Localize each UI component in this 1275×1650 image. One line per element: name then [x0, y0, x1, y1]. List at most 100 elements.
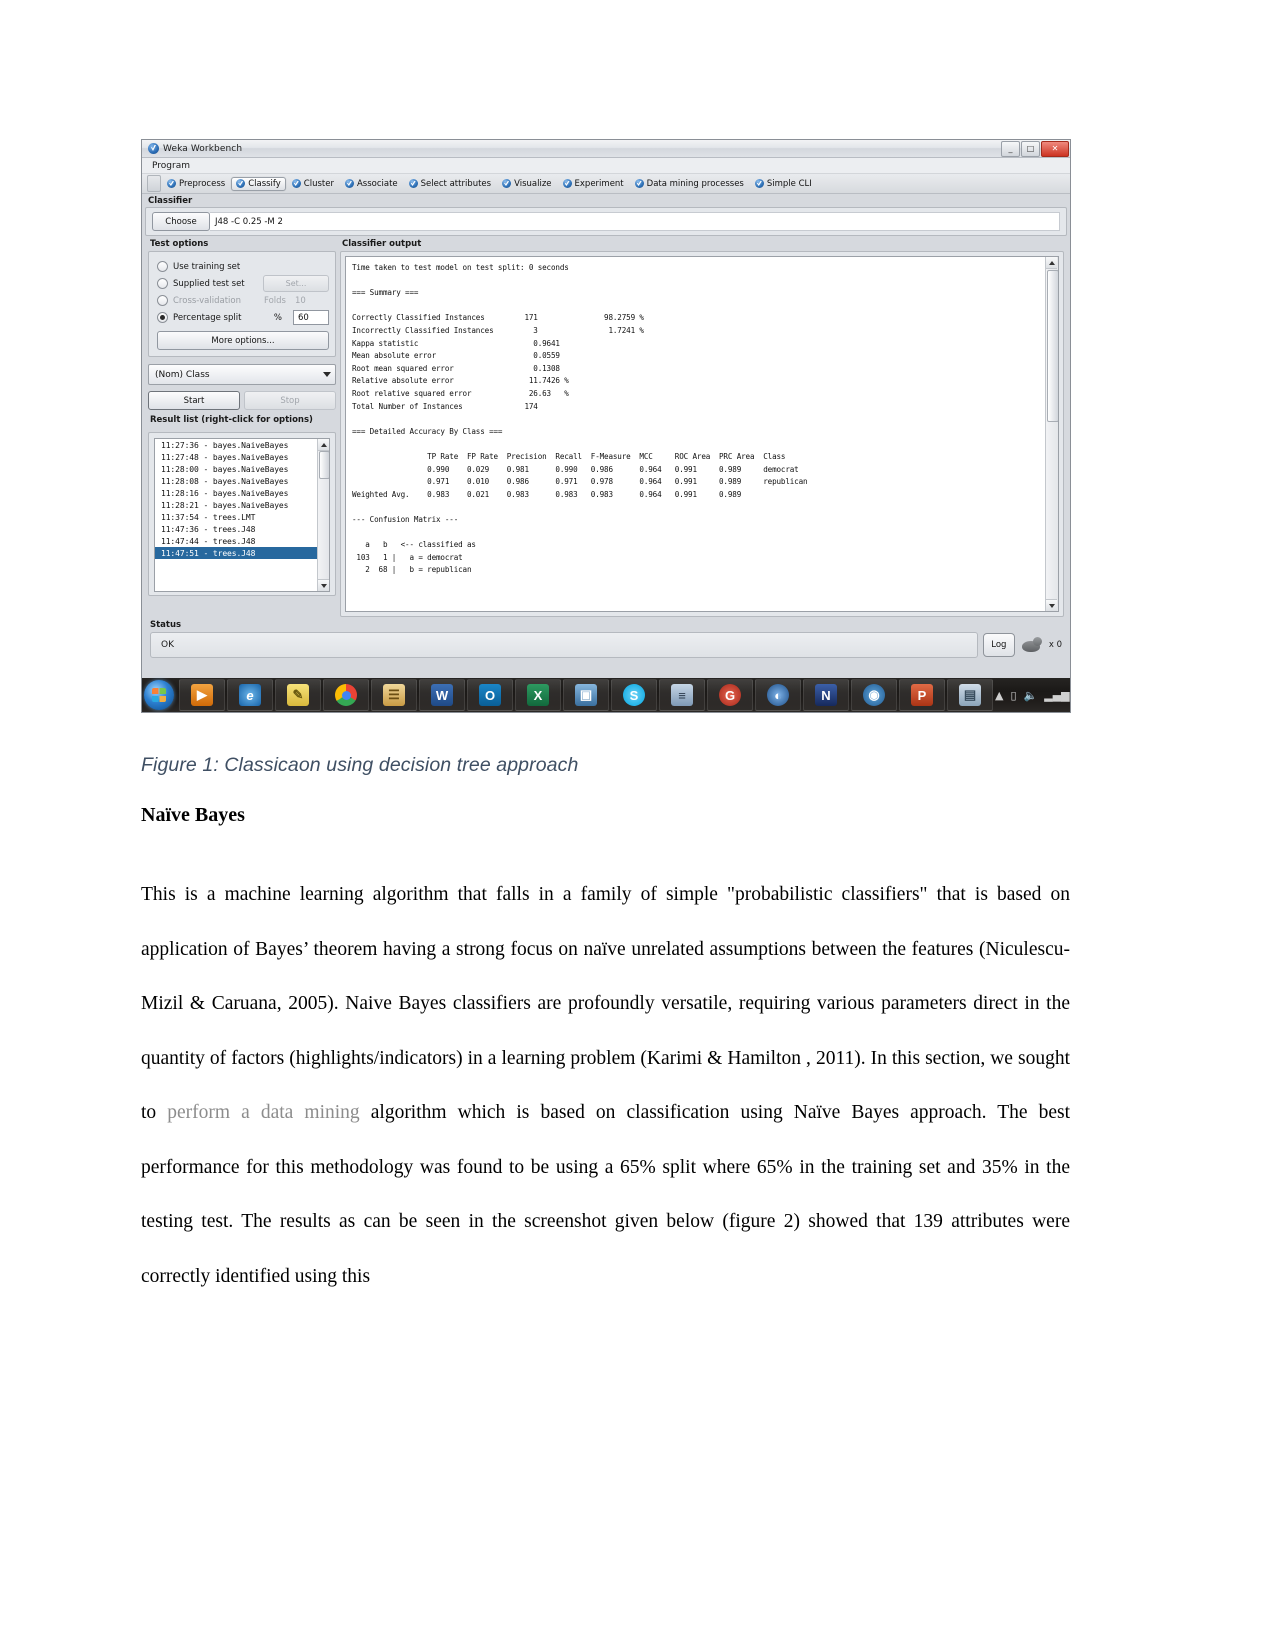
- main-split: Test options Use training set Supplied t…: [145, 236, 1067, 619]
- minimize-button[interactable]: _: [1001, 141, 1020, 157]
- classifier-panel: Choose J48 -C 0.25 -M 2: [145, 207, 1067, 236]
- percent-symbol: %: [273, 312, 282, 323]
- network-icon[interactable]: ▂▄▆: [1044, 689, 1069, 702]
- log-button[interactable]: Log: [982, 633, 1015, 657]
- taskbar-item-nvivo[interactable]: N: [803, 679, 849, 711]
- class-attribute-value: (Nom) Class: [155, 369, 210, 380]
- show-hidden-icons-icon[interactable]: ▲: [995, 689, 1003, 702]
- test-options-label: Test options: [150, 239, 209, 249]
- list-item[interactable]: 11:28:21 - bayes.NaiveBayes: [155, 499, 329, 511]
- windows-taskbar: ▶ e ✎ ☰ W O X ▣ S ≡ G ◐ N ◉ P ▤ ▲ ▯ 🔈 ▂▄…: [142, 678, 1070, 712]
- status-message: OK: [150, 632, 978, 658]
- percentage-split-input[interactable]: 60: [293, 310, 329, 325]
- taskbar-item-browser[interactable]: ◉: [851, 679, 897, 711]
- option-label: Use training set: [173, 261, 241, 272]
- right-column: Classifier output Time taken to test mod…: [340, 239, 1064, 619]
- status-row: OK Log x 0: [148, 632, 1064, 658]
- taskbar-item-google-chrome[interactable]: [323, 679, 369, 711]
- result-list-panel: 11:27:36 - bayes.NaiveBayes 11:27:48 - b…: [148, 432, 336, 596]
- option-cross-validation[interactable]: Cross-validation Folds 10: [157, 292, 329, 309]
- list-item[interactable]: 11:37:54 - trees.LMT: [155, 511, 329, 523]
- list-item-selected[interactable]: 11:47:51 - trees.J48: [155, 547, 329, 559]
- taskbar-item-weka[interactable]: ◐: [755, 679, 801, 711]
- scrollbar-thumb[interactable]: [319, 451, 329, 479]
- taskbar-item-skype[interactable]: S: [611, 679, 657, 711]
- weka-check-icon: [634, 179, 644, 188]
- tab-experiment[interactable]: Experiment: [558, 177, 629, 191]
- radio-icon[interactable]: [157, 261, 168, 272]
- taskbar-item-powerpoint[interactable]: P: [899, 679, 945, 711]
- classifier-group-label: Classifier: [148, 196, 193, 206]
- result-list-scrollbar[interactable]: [317, 439, 329, 591]
- classifier-output-area[interactable]: Time taken to test model on test split: …: [345, 256, 1059, 612]
- list-item[interactable]: 11:28:08 - bayes.NaiveBayes: [155, 475, 329, 487]
- tab-label: Experiment: [574, 178, 624, 189]
- maximize-button[interactable]: □: [1021, 141, 1040, 157]
- tab-associate[interactable]: Associate: [340, 177, 403, 191]
- battery-icon[interactable]: ▯: [1010, 689, 1016, 702]
- tab-simple-cli[interactable]: Simple CLI: [750, 177, 817, 191]
- windows-start-icon[interactable]: [144, 680, 174, 710]
- result-list[interactable]: 11:27:36 - bayes.NaiveBayes 11:27:48 - b…: [154, 438, 330, 592]
- more-options-button[interactable]: More options...: [157, 331, 329, 350]
- taskbar-item-internet-explorer[interactable]: e: [227, 679, 273, 711]
- taskbar-item-microsoft-excel[interactable]: X: [515, 679, 561, 711]
- taskbar-item-microsoft-outlook[interactable]: O: [467, 679, 513, 711]
- list-item[interactable]: 11:28:16 - bayes.NaiveBayes: [155, 487, 329, 499]
- status-label: Status: [150, 620, 182, 630]
- class-attribute-combo[interactable]: (Nom) Class: [148, 364, 336, 385]
- taskbar-item-microsoft-word[interactable]: W: [419, 679, 465, 711]
- list-item[interactable]: 11:27:36 - bayes.NaiveBayes: [155, 439, 329, 451]
- weka-check-icon: [167, 179, 176, 188]
- taskbar-item-media-player[interactable]: ▶: [179, 679, 225, 711]
- taskbar-item-sticky-notes[interactable]: ✎: [275, 679, 321, 711]
- scroll-up-arrow-icon[interactable]: [318, 439, 329, 451]
- classifier-value-field[interactable]: J48 -C 0.25 -M 2: [210, 212, 1060, 231]
- tab-preprocess[interactable]: Preprocess: [162, 177, 230, 191]
- scroll-down-arrow-icon[interactable]: [1046, 599, 1057, 611]
- folds-label: Folds: [264, 295, 286, 306]
- tab-classify[interactable]: Classify: [231, 176, 286, 191]
- output-scrollbar[interactable]: [1045, 257, 1058, 611]
- menu-item-program[interactable]: Program: [152, 161, 190, 171]
- taskbar-item-notepad[interactable]: ≡: [659, 679, 705, 711]
- window-controls: _ □ ✕: [1001, 141, 1069, 157]
- taskbar-item-photos[interactable]: ▣: [563, 679, 609, 711]
- option-supplied-test-set[interactable]: Supplied test set Set...: [157, 275, 329, 292]
- radio-icon[interactable]: [157, 295, 168, 306]
- tab-visualize[interactable]: Visualize: [497, 177, 556, 191]
- radio-icon[interactable]: [157, 278, 168, 289]
- paragraph-text-part1: This is a machine learning algorithm tha…: [141, 884, 1070, 1123]
- start-button[interactable]: Start: [148, 391, 240, 410]
- volume-icon[interactable]: 🔈: [1024, 689, 1038, 702]
- tab-select-attributes[interactable]: Select attributes: [404, 177, 496, 191]
- taskbar-item-file-explorer[interactable]: ☰: [371, 679, 417, 711]
- option-percentage-split[interactable]: Percentage split % 60: [157, 309, 329, 326]
- list-item[interactable]: 11:47:44 - trees.J48: [155, 535, 329, 547]
- result-list-label: Result list (right-click for options): [150, 415, 313, 425]
- taskbar-item-document[interactable]: ▤: [947, 679, 993, 711]
- list-item[interactable]: 11:28:00 - bayes.NaiveBayes: [155, 463, 329, 475]
- tab-data-mining-processes[interactable]: Data mining processes: [630, 177, 749, 191]
- scroll-up-arrow-icon[interactable]: [1046, 257, 1057, 269]
- option-use-training-set[interactable]: Use training set: [157, 258, 329, 275]
- scroll-down-arrow-icon[interactable]: [318, 579, 329, 591]
- list-item[interactable]: 11:47:36 - trees.J48: [155, 523, 329, 535]
- tab-cluster[interactable]: Cluster: [287, 177, 339, 191]
- tab-label: Classify: [248, 178, 281, 189]
- weka-check-icon: [562, 179, 572, 188]
- running-task-count: x 0: [1048, 640, 1062, 650]
- weka-bird-icon: [148, 143, 159, 154]
- taskbar-item-pdf-reader[interactable]: G: [707, 679, 753, 711]
- radio-icon[interactable]: [157, 312, 168, 323]
- tab-label: Select attributes: [420, 178, 492, 189]
- left-column: Test options Use training set Supplied t…: [148, 239, 336, 619]
- list-item[interactable]: 11:27:48 - bayes.NaiveBayes: [155, 451, 329, 463]
- folds-input[interactable]: 10: [291, 296, 329, 306]
- close-button[interactable]: ✕: [1041, 141, 1069, 157]
- scrollbar-thumb[interactable]: [1047, 270, 1058, 422]
- tab-label: Preprocess: [179, 178, 226, 189]
- status-section: Status OK Log x 0: [145, 619, 1067, 661]
- choose-button[interactable]: Choose: [152, 212, 210, 231]
- set-button[interactable]: Set...: [263, 275, 329, 292]
